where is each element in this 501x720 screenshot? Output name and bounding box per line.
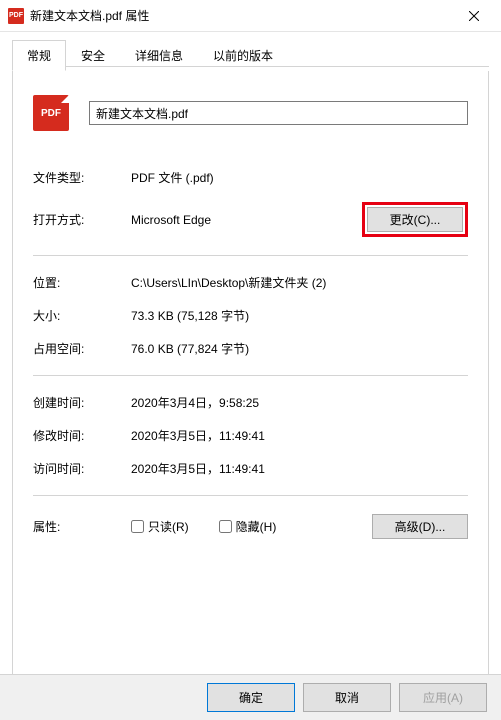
label-created: 创建时间: (33, 394, 131, 411)
change-button[interactable]: 更改(C)... (367, 207, 463, 232)
divider (33, 255, 468, 256)
value-location: C:\Users\LIn\Desktop\新建文件夹 (2) (131, 274, 468, 291)
row-size: 大小: 73.3 KB (75,128 字节) (33, 299, 468, 332)
label-modified: 修改时间: (33, 427, 131, 444)
row-openwith: 打开方式: Microsoft Edge 更改(C)... (33, 194, 468, 245)
label-size: 大小: (33, 307, 131, 324)
titlebar: PDF 新建文本文档.pdf 属性 (0, 0, 501, 32)
value-accessed: 2020年3月5日，11:49:41 (131, 460, 468, 477)
label-location: 位置: (33, 274, 131, 291)
row-size-on-disk: 占用空间: 76.0 KB (77,824 字节) (33, 332, 468, 365)
cancel-button[interactable]: 取消 (303, 683, 391, 712)
label-accessed: 访问时间: (33, 460, 131, 477)
row-modified: 修改时间: 2020年3月5日，11:49:41 (33, 419, 468, 452)
tab-divider (12, 66, 489, 67)
divider (33, 375, 468, 376)
readonly-checkbox[interactable] (131, 520, 144, 533)
change-button-highlight: 更改(C)... (362, 202, 468, 237)
apply-button[interactable]: 应用(A) (399, 683, 487, 712)
close-button[interactable] (451, 0, 497, 32)
value-filetype: PDF 文件 (.pdf) (131, 169, 468, 186)
value-openwith: Microsoft Edge (131, 213, 362, 227)
row-location: 位置: C:\Users\LIn\Desktop\新建文件夹 (2) (33, 266, 468, 299)
tab-general[interactable]: 常规 (12, 40, 66, 71)
row-created: 创建时间: 2020年3月4日，9:58:25 (33, 386, 468, 419)
filename-input[interactable] (89, 101, 468, 125)
window-title: 新建文本文档.pdf 属性 (30, 7, 451, 24)
hidden-checkbox[interactable] (219, 520, 232, 533)
hidden-checkbox-wrap[interactable]: 隐藏(H) (219, 518, 277, 535)
general-panel: PDF 文件类型: PDF 文件 (.pdf) 打开方式: Microsoft … (12, 71, 489, 677)
ok-button[interactable]: 确定 (207, 683, 295, 712)
advanced-button[interactable]: 高级(D)... (372, 514, 468, 539)
file-header-row: PDF (33, 95, 468, 131)
row-filetype: 文件类型: PDF 文件 (.pdf) (33, 161, 468, 194)
readonly-checkbox-wrap[interactable]: 只读(R) (131, 518, 189, 535)
value-size: 73.3 KB (75,128 字节) (131, 307, 468, 324)
app-icon: PDF (8, 8, 24, 24)
hidden-label: 隐藏(H) (236, 518, 277, 535)
readonly-label: 只读(R) (148, 518, 189, 535)
close-icon (469, 11, 479, 21)
row-accessed: 访问时间: 2020年3月5日，11:49:41 (33, 452, 468, 485)
value-modified: 2020年3月5日，11:49:41 (131, 427, 468, 444)
pdf-file-icon: PDF (33, 95, 69, 131)
label-attributes: 属性: (33, 518, 131, 535)
value-created: 2020年3月4日，9:58:25 (131, 394, 468, 411)
label-filetype: 文件类型: (33, 169, 131, 186)
dialog-footer: 确定 取消 应用(A) (0, 674, 501, 720)
label-size-on-disk: 占用空间: (33, 340, 131, 357)
divider (33, 495, 468, 496)
label-openwith: 打开方式: (33, 211, 131, 228)
value-size-on-disk: 76.0 KB (77,824 字节) (131, 340, 468, 357)
row-attributes: 属性: 只读(R) 隐藏(H) 高级(D)... (33, 506, 468, 547)
